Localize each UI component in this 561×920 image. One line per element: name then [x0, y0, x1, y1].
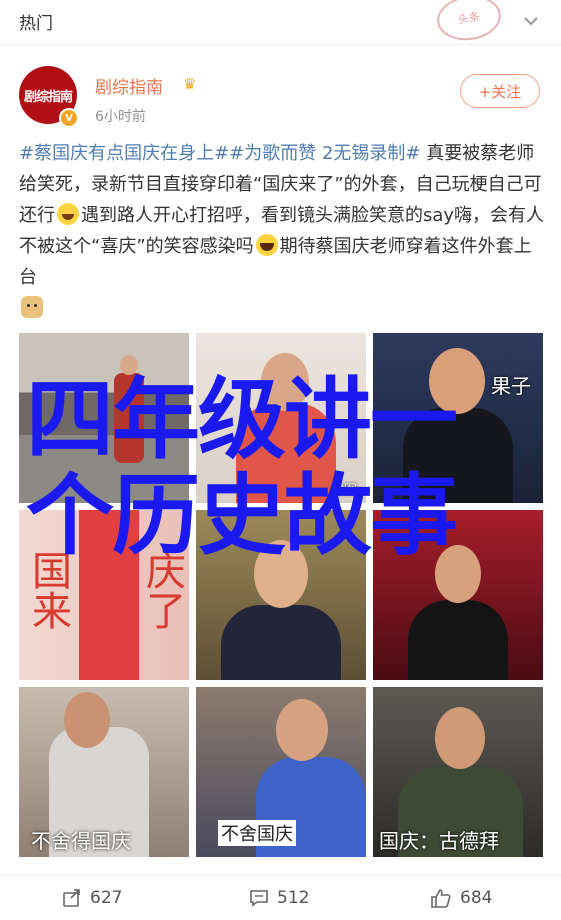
- grid-image[interactable]: 不舍得国庆: [19, 687, 189, 857]
- thumbs-up-icon: [431, 889, 451, 908]
- image-caption: 不舍得国庆: [31, 829, 131, 853]
- top-bar: 热门 头条: [0, 0, 561, 45]
- like-button[interactable]: 684: [430, 886, 492, 910]
- image-caption: 果子: [491, 374, 531, 398]
- grin-emoji-icon: [255, 234, 278, 256]
- post-text: #蔡国庆有点国庆在身上##为歌而赞 2无锡录制# 真要被蔡老师给笑死，录新节目直…: [19, 138, 545, 324]
- overlay-line: 四年级讲一: [26, 368, 458, 471]
- chevron-down-icon[interactable]: [520, 10, 542, 32]
- verified-badge-icon: V: [59, 108, 79, 128]
- watermark-stamp: 头条: [434, 0, 504, 45]
- author-name[interactable]: 剧综指南: [95, 73, 163, 98]
- repost-button[interactable]: 627: [62, 886, 122, 910]
- grid-image[interactable]: 国庆：古德拜: [373, 687, 543, 857]
- comment-count: 512: [277, 888, 310, 908]
- image-caption: 国庆：古德拜: [379, 829, 499, 853]
- page-title: 热门: [19, 14, 53, 34]
- grid-image[interactable]: 不舍国庆: [196, 687, 366, 857]
- crown-icon: ♛: [183, 75, 197, 93]
- share-icon: [63, 889, 80, 907]
- action-bar: 627 512 684: [0, 875, 561, 920]
- comment-icon: [250, 890, 268, 907]
- doge-emoji-icon: [21, 296, 43, 318]
- post-time: 6小时前: [95, 109, 146, 125]
- laugh-emoji-icon: [57, 203, 79, 225]
- like-count: 684: [460, 888, 493, 908]
- overlay-line: 个历史故事: [26, 464, 458, 567]
- image-caption: 不舍国庆: [218, 820, 296, 846]
- hashtag-link[interactable]: #蔡国庆有点国庆在身上#: [19, 143, 229, 164]
- author-header: 剧综指南 V 剧综指南 ♛ 6小时前 +关注: [19, 64, 541, 130]
- repost-count: 627: [90, 888, 123, 908]
- follow-button[interactable]: +关注: [460, 74, 540, 108]
- comment-button[interactable]: 512: [249, 886, 309, 910]
- hashtag-link[interactable]: #为歌而赞 2无锡录制#: [229, 143, 420, 164]
